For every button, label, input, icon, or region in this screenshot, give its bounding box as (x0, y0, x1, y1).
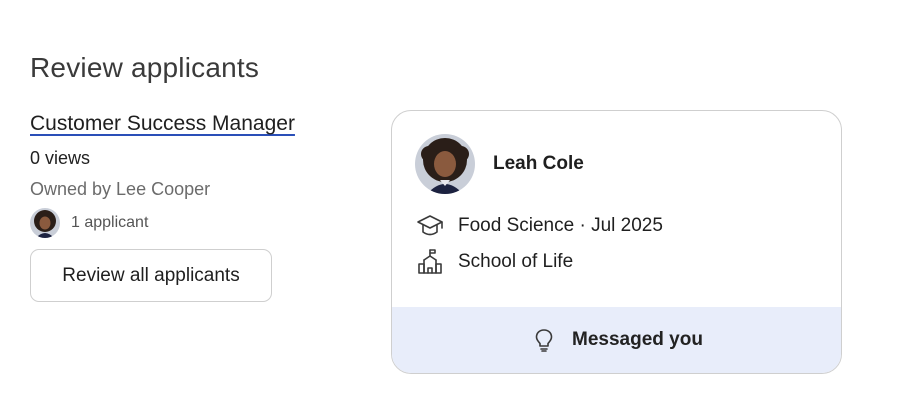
status-banner: Messaged you (392, 307, 841, 373)
applicants-summary: 1 applicant (30, 208, 295, 238)
applicant-count: 1 applicant (71, 214, 149, 231)
status-text: Messaged you (572, 329, 703, 350)
candidate-header: Leah Cole (415, 134, 584, 194)
lightbulb-icon (530, 326, 558, 354)
job-views: 0 views (30, 148, 91, 168)
school-text: School of Life (458, 251, 574, 272)
applicant-card[interactable]: Leah Cole Food Science · Jul 2025 School… (391, 110, 842, 374)
review-all-applicants-button[interactable]: Review all applicants (30, 249, 272, 302)
job-title-link[interactable]: Customer Success Manager (30, 112, 295, 136)
candidate-name: Leah Cole (493, 153, 584, 174)
school-building-icon (416, 248, 444, 276)
job-summary: Customer Success Manager 0 views Owned b… (30, 112, 295, 302)
education-text: Food Science · Jul 2025 (458, 215, 663, 236)
review-applicants-page: Review applicants Customer Success Manag… (0, 0, 906, 420)
education-row: Food Science · Jul 2025 (416, 212, 663, 240)
page-title: Review applicants (30, 52, 260, 83)
school-row: School of Life (416, 248, 573, 276)
graduation-cap-icon (416, 212, 444, 240)
avatar (415, 134, 475, 194)
job-owner: Owned by Lee Cooper (30, 179, 211, 199)
avatar (30, 208, 60, 238)
